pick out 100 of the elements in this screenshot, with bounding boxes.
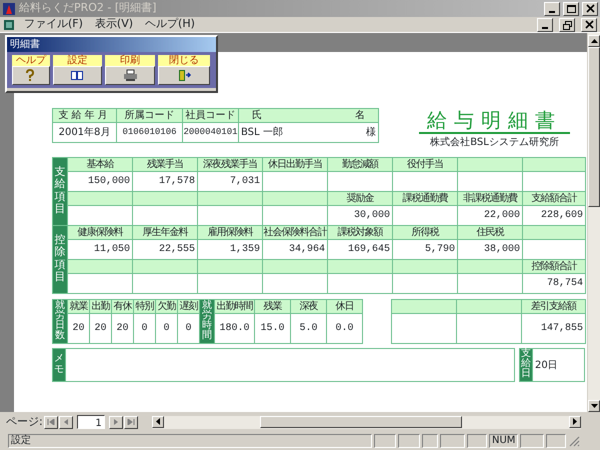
minimize-button[interactable]: [537, 18, 553, 32]
section-label: 支給項目: [54, 166, 66, 215]
status-pane: [422, 434, 438, 448]
button-label: ヘルプ: [12, 55, 50, 66]
menu-item[interactable]: 表示(V): [92, 16, 136, 33]
first-page-button[interactable]: [44, 416, 58, 428]
toolbar-button[interactable]: [105, 66, 155, 85]
column-header: 所属コード: [116, 108, 182, 122]
previous-page-icon: [62, 419, 70, 425]
column-header: 住民税: [458, 226, 522, 240]
button-label: 印刷: [105, 55, 155, 66]
button-label: 閉じる: [158, 55, 210, 66]
table-cell: 5.0: [290, 314, 326, 344]
button-label: 設定: [53, 55, 102, 66]
last-page-button[interactable]: [124, 416, 138, 428]
table-cell: 0106010106: [116, 122, 182, 142]
status-pane: [398, 434, 420, 448]
column-header: 休日: [326, 300, 362, 314]
section-label: メモ: [54, 353, 64, 375]
toolbar-button[interactable]: [12, 66, 50, 85]
close-button[interactable]: [582, 2, 598, 16]
column-header: 欠勤: [156, 300, 178, 314]
vertical-scrollbar[interactable]: [587, 33, 600, 412]
column-header: 役付手当: [392, 158, 458, 172]
empty-cell: [392, 274, 458, 294]
next-page-button[interactable]: [108, 416, 123, 428]
table-cell: 15.0: [254, 314, 290, 344]
amount-cell: 147,855: [522, 314, 586, 344]
table-cell: 2000040101: [182, 122, 238, 142]
last-page-icon: [126, 419, 135, 425]
page-label: ページ:: [6, 414, 43, 430]
column-header: 残業: [254, 300, 290, 314]
page-field[interactable]: 1: [76, 415, 105, 429]
toolbar-button[interactable]: [158, 66, 210, 85]
close-icon: [584, 20, 594, 30]
next-page-icon: [112, 419, 120, 425]
column-header: 課税通勤費: [392, 192, 458, 206]
column-header: 支給年月: [52, 108, 116, 122]
column-header: 特別: [134, 300, 156, 314]
column-header: 支給額合計: [522, 192, 586, 206]
table-cell: 0.0: [326, 314, 362, 344]
company-name: 株式会社BSLシステム研究所: [430, 136, 559, 150]
previous-page-button[interactable]: [58, 416, 73, 428]
column-header: 残業手当: [132, 158, 198, 172]
document-icon: [3, 18, 15, 30]
window-title: 給料らくだPRO2 - [明細書]: [19, 0, 158, 16]
minimize-button[interactable]: [544, 2, 560, 16]
status-pane: [520, 434, 544, 448]
section-label: 支給日: [521, 349, 531, 379]
close-button[interactable]: [581, 18, 597, 32]
door-exit-icon: [176, 69, 192, 82]
minimize-icon: [549, 10, 555, 12]
restore-icon: [562, 20, 572, 30]
menu-item[interactable]: ヘルプ(H): [142, 16, 198, 33]
maximize-button[interactable]: [563, 2, 579, 16]
column-header: 有休: [112, 300, 134, 314]
scroll-left-icon: [156, 418, 160, 425]
empty-cell: [262, 274, 328, 294]
table-cell-text: BSL 一郎: [241, 126, 283, 140]
restore-button[interactable]: [559, 18, 575, 32]
section-label: 就労時間: [202, 300, 212, 340]
scroll-right-icon: [573, 418, 577, 425]
empty-cell: [328, 274, 392, 294]
column-header: 所得税: [392, 226, 458, 240]
scroll-thumb[interactable]: [260, 416, 462, 428]
minimize-icon: [542, 26, 548, 28]
table-cell: 0: [134, 314, 156, 344]
column-header: 遅刻: [178, 300, 200, 314]
amount-cell: 78,754: [522, 274, 586, 294]
column-header: 出勤: [90, 300, 112, 314]
status-text: 設定: [8, 434, 372, 448]
printer-icon: [122, 69, 138, 82]
table-cell: 20: [90, 314, 112, 344]
table-cell: 2001年8月: [52, 122, 116, 142]
scroll-down-icon: [590, 404, 598, 408]
column-header: 出勤時間: [214, 300, 254, 314]
table-cell: 0: [156, 314, 178, 344]
table-cell: 180.0: [214, 314, 254, 344]
column-header: 差引支給額: [522, 300, 586, 314]
first-page-icon: [46, 419, 55, 425]
column-header: 就業: [68, 300, 90, 314]
status-indicator: NUM: [489, 434, 518, 448]
empty-cell: [198, 274, 262, 294]
column-header: 雇用保険料: [198, 226, 262, 240]
column-header: 厚生年金料: [132, 226, 198, 240]
empty-cell: [132, 274, 198, 294]
section-label: 控除項目: [54, 234, 66, 283]
horizontal-scrollbar[interactable]: [152, 416, 581, 428]
column-header: 奨励金: [328, 192, 392, 206]
column-header: 非課税通勤費: [458, 192, 522, 206]
table-cell: 20: [112, 314, 134, 344]
menu-item[interactable]: ファイル(F): [21, 16, 86, 33]
toolbar-window-title: 明細書: [7, 37, 216, 52]
empty-cell: [392, 314, 456, 344]
column-header: 社会保険料合計: [262, 226, 328, 240]
toolbar-button[interactable]: [53, 66, 102, 85]
status-pane: [374, 434, 396, 448]
close-icon: [584, 4, 596, 14]
scroll-thumb[interactable]: [588, 47, 600, 207]
maximize-icon: [566, 4, 576, 14]
